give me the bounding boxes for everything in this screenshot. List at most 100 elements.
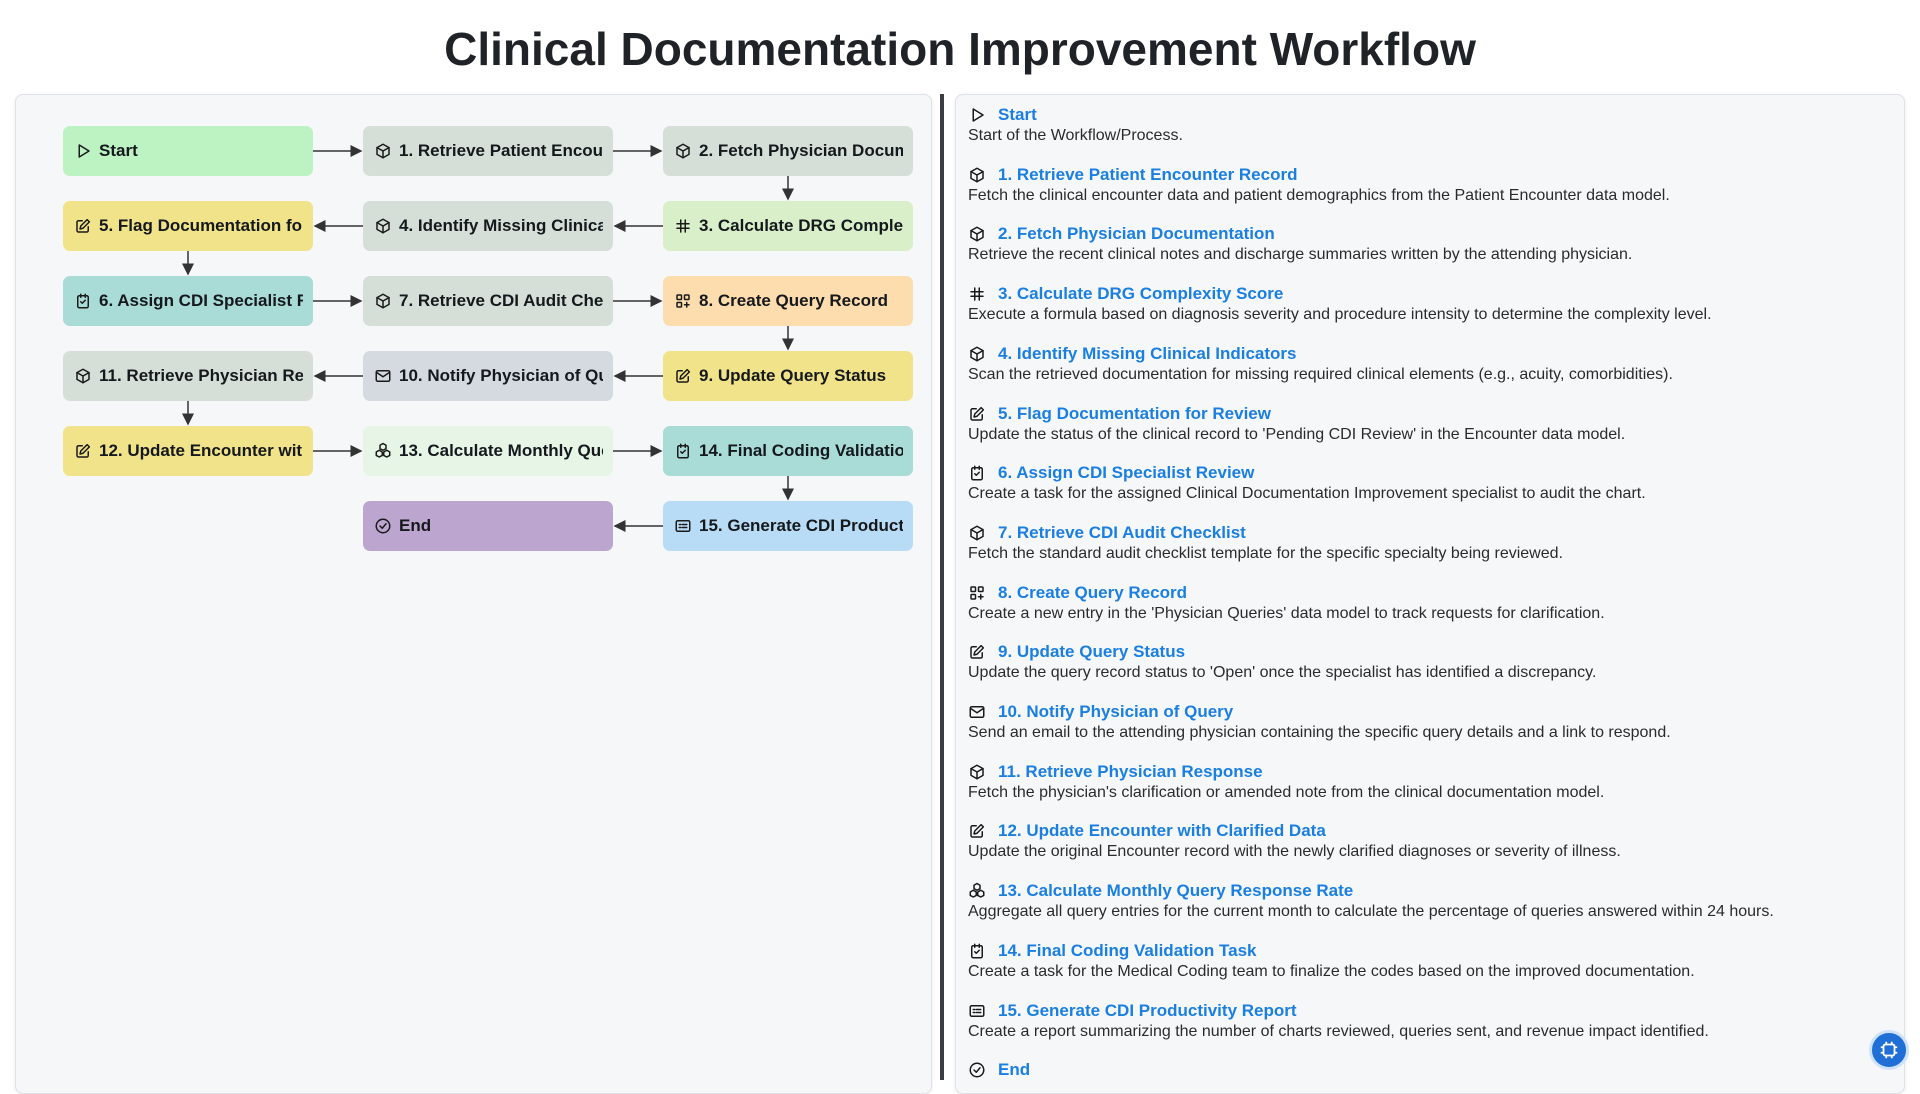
step-link[interactable]: 5. Flag Documentation for Review xyxy=(998,404,1271,424)
diagram-panel: Start 1. Retrieve Patient Encounter Recor… xyxy=(15,94,932,1094)
diagram-node-s11[interactable]: 11. Retrieve Physician Response xyxy=(63,351,313,401)
step-link[interactable]: 9. Update Query Status xyxy=(998,642,1185,662)
step-item: 13. Calculate Monthly Query Response Rat… xyxy=(968,880,1888,921)
node-label: 7. Retrieve CDI Audit Checklist xyxy=(399,291,603,310)
step-item: 1. Retrieve Patient Encounter Record Fetc… xyxy=(968,164,1888,205)
task-icon xyxy=(971,943,983,959)
step-item: Start Start of the Workflow/Process. xyxy=(968,104,1888,145)
ai-chip-icon xyxy=(1880,1041,1898,1059)
cubes-icon xyxy=(375,442,391,458)
hash-icon xyxy=(970,287,984,301)
step-description: Execute a formula based on diagnosis sev… xyxy=(968,306,1712,324)
step-item: 15. Generate CDI Productivity Report Crea… xyxy=(968,1000,1888,1041)
step-link[interactable]: 14. Final Coding Validation Task xyxy=(998,941,1257,961)
node-label: 14. Final Coding Validation Task xyxy=(699,441,903,460)
node-label: 6. Assign CDI Specialist Review xyxy=(99,291,303,310)
step-item: 9. Update Query Status Update the query r… xyxy=(968,641,1888,682)
step-description: Create a task for the assigned Clinical … xyxy=(968,485,1646,503)
step-link[interactable]: 11. Retrieve Physician Response xyxy=(998,762,1263,782)
diagram-node-s12[interactable]: 12. Update Encounter with Clarified Data xyxy=(63,426,313,476)
step-item: 7. Retrieve CDI Audit Checklist Fetch the… xyxy=(968,522,1888,563)
step-description: Create a new entry in the 'Physician Que… xyxy=(968,604,1605,622)
diagram-node-s8[interactable]: 8. Create Query Record xyxy=(663,276,913,326)
step-link[interactable]: Start xyxy=(998,105,1037,125)
cube-icon xyxy=(376,218,390,234)
cubes-icon xyxy=(969,882,985,898)
diagram-node-s6[interactable]: 6. Assign CDI Specialist Review xyxy=(63,276,313,326)
step-link[interactable]: 1. Retrieve Patient Encounter Record xyxy=(998,165,1297,185)
node-label: 4. Identify Missing Clinical Indicators xyxy=(399,216,603,235)
node-label: 2. Fetch Physician Documentation xyxy=(699,141,903,160)
diagram-node-end[interactable]: End xyxy=(363,501,613,551)
diagram-node-s15[interactable]: 15. Generate CDI Productivity Report xyxy=(663,501,913,551)
cube-icon xyxy=(76,368,90,384)
step-link[interactable]: 3. Calculate DRG Complexity Score xyxy=(998,284,1283,304)
step-link[interactable]: 8. Create Query Record xyxy=(998,583,1187,603)
diagram-node-s7[interactable]: 7. Retrieve CDI Audit Checklist xyxy=(363,276,613,326)
edit-icon xyxy=(970,645,985,660)
step-link[interactable]: End xyxy=(998,1060,1030,1080)
node-label: 13. Calculate Monthly Query Response Rat… xyxy=(399,441,603,460)
task-icon xyxy=(677,443,689,459)
diagram-node-s13[interactable]: 13. Calculate Monthly Query Response Rat… xyxy=(363,426,613,476)
step-description: Aggregate all query entries for the curr… xyxy=(968,903,1774,921)
node-label: 9. Update Query Status xyxy=(699,366,887,385)
diagram-node-s2[interactable]: 2. Fetch Physician Documentation xyxy=(663,126,913,176)
report-icon xyxy=(969,1004,985,1017)
step-description: Fetch the physician's clarification or a… xyxy=(968,783,1605,801)
cube-icon xyxy=(376,293,390,309)
diagram-node-s1[interactable]: 1. Retrieve Patient Encounter Record xyxy=(363,126,613,176)
diagram-node-start[interactable]: Start xyxy=(63,126,313,176)
edit-icon xyxy=(76,443,91,458)
node-label: 8. Create Query Record xyxy=(699,291,888,310)
step-description: Fetch the standard audit checklist templ… xyxy=(968,544,1563,562)
report-icon xyxy=(675,520,691,532)
cube-icon xyxy=(970,525,984,541)
step-description: Update the original Encounter record wit… xyxy=(968,843,1621,861)
cube-icon xyxy=(970,226,984,242)
step-link[interactable]: 6. Assign CDI Specialist Review xyxy=(998,463,1254,483)
step-item: 10. Notify Physician of Query Send an ema… xyxy=(968,701,1888,742)
diagram-node-s3[interactable]: 3. Calculate DRG Complexity Score xyxy=(663,201,913,251)
diagram-node-s9[interactable]: 9. Update Query Status xyxy=(663,351,913,401)
edit-icon xyxy=(76,218,91,233)
step-link[interactable]: 10. Notify Physician of Query xyxy=(998,702,1233,722)
node-label: End xyxy=(399,516,432,535)
step-link[interactable]: 12. Update Encounter with Clarified Data xyxy=(998,821,1326,841)
step-link[interactable]: 4. Identify Missing Clinical Indicators xyxy=(998,344,1297,364)
cube-icon xyxy=(676,143,690,159)
ai-assistant-button[interactable] xyxy=(1869,1030,1909,1070)
step-item: 12. Update Encounter with Clarified Data… xyxy=(968,820,1888,861)
cube-icon xyxy=(970,764,984,780)
node-label: 15. Generate CDI Productivity Report xyxy=(699,516,903,535)
panel-splitter[interactable] xyxy=(940,94,944,1080)
edit-icon xyxy=(676,368,691,383)
step-description: Create a report summarizing the number o… xyxy=(968,1022,1709,1040)
step-item: 14. Final Coding Validation Task Create a… xyxy=(968,940,1888,981)
node-label: Start xyxy=(99,141,138,160)
step-link[interactable]: 13. Calculate Monthly Query Response Rat… xyxy=(998,881,1353,901)
edit-icon xyxy=(970,406,985,421)
step-description: Send an email to the attending physician… xyxy=(968,724,1671,741)
mail-icon xyxy=(375,370,391,382)
play-icon xyxy=(78,144,90,158)
step-link[interactable]: 7. Retrieve CDI Audit Checklist xyxy=(998,523,1246,543)
check-circle-icon xyxy=(969,1062,985,1078)
node-label: 10. Notify Physician of Query xyxy=(399,366,603,385)
step-item: 6. Assign CDI Specialist Review Create a … xyxy=(968,462,1888,503)
diagram-node-s14[interactable]: 14. Final Coding Validation Task xyxy=(663,426,913,476)
grid-plus-icon xyxy=(676,294,690,308)
play-icon xyxy=(972,108,984,122)
step-link[interactable]: 15. Generate CDI Productivity Report xyxy=(998,1001,1297,1021)
hash-icon xyxy=(676,219,690,233)
step-link[interactable]: 2. Fetch Physician Documentation xyxy=(998,224,1275,244)
step-item: 4. Identify Missing Clinical Indicators S… xyxy=(968,343,1888,384)
check-circle-icon xyxy=(375,518,391,534)
node-label: 11. Retrieve Physician Response xyxy=(99,366,303,385)
diagram-node-s5[interactable]: 5. Flag Documentation for Review xyxy=(63,201,313,251)
task-icon xyxy=(77,293,89,309)
node-label: 3. Calculate DRG Complexity Score xyxy=(699,216,903,235)
diagram-node-s4[interactable]: 4. Identify Missing Clinical Indicators xyxy=(363,201,613,251)
diagram-node-s10[interactable]: 10. Notify Physician of Query xyxy=(363,351,613,401)
cube-icon xyxy=(376,143,390,159)
